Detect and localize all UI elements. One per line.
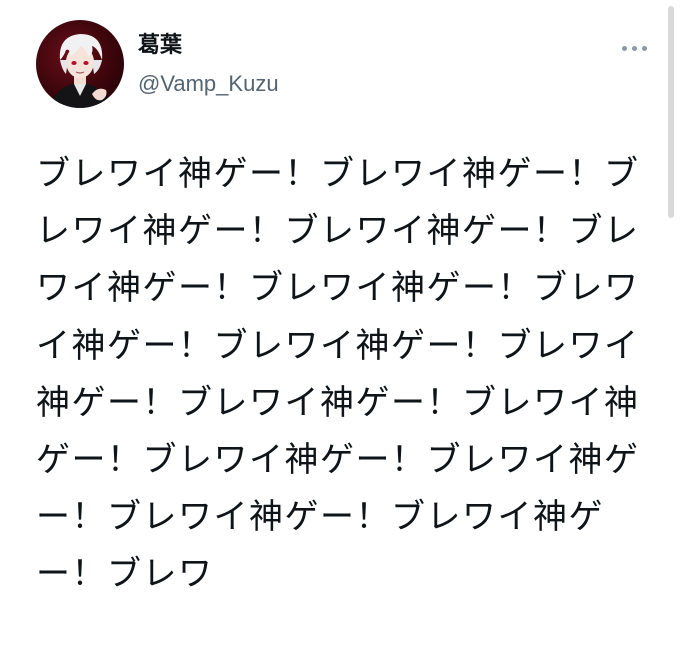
more-horizontal-icon [621, 45, 627, 51]
avatar-illustration [50, 34, 112, 108]
tweet-text: ブレワイ神ゲー！ブレワイ神ゲー！ブレワイ神ゲー！ブレワイ神ゲー！ブレワイ神ゲー！… [36, 154, 640, 595]
more-horizontal-icon-dot [631, 45, 637, 51]
more-horizontal-icon-dot [641, 45, 647, 51]
scrollbar[interactable] [668, 6, 674, 218]
more-options-button[interactable] [618, 36, 650, 60]
avatar[interactable] [36, 20, 124, 108]
user-handle[interactable]: @Vamp_Kuzu [138, 70, 279, 98]
display-name[interactable]: 葛葉 [138, 32, 182, 60]
